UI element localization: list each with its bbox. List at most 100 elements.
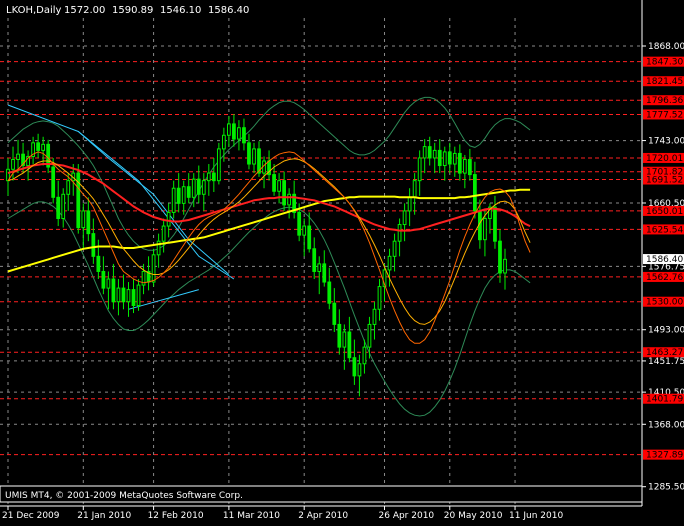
candle-body (237, 127, 241, 140)
candle-body (367, 323, 372, 348)
candle-body (457, 152, 462, 174)
candle-body (191, 178, 196, 198)
candle-body (16, 153, 20, 160)
level-label: 1401.79 (646, 395, 683, 405)
candle-body (483, 217, 487, 241)
candle-body (101, 270, 106, 289)
x-tick-label: 11 Mar 2010 (223, 511, 280, 521)
level-label: 1821.45 (646, 77, 683, 87)
candle-body (362, 346, 367, 365)
candle-body (11, 158, 15, 170)
candle-body (277, 180, 281, 192)
candle-body (352, 357, 357, 377)
candle-body (452, 152, 457, 165)
level-label: 1777.52 (646, 110, 683, 120)
level-label: 1796.36 (646, 96, 683, 106)
candle-body (498, 240, 502, 274)
x-tick-label: 21 Dec 2009 (2, 511, 60, 521)
candle-body (136, 284, 141, 307)
candle-body (211, 172, 216, 182)
candle-body (176, 187, 181, 204)
candle-body (126, 289, 131, 303)
y-tick-label: 1743.00 (648, 137, 684, 147)
candle-body (427, 146, 432, 159)
y-tick-label: 1451.75 (648, 357, 684, 367)
x-tick-label: 21 Jan 2010 (77, 511, 131, 521)
candle-body (106, 278, 111, 289)
candle-body (322, 263, 327, 283)
candle-body (392, 240, 397, 257)
candle-body (56, 196, 61, 219)
candle-body (297, 211, 302, 236)
price-chart[interactable]: 1868.001743.001660.501576.751493.001451.… (0, 0, 684, 522)
candle-body (61, 193, 66, 219)
candle-body (181, 186, 186, 204)
candle-body (206, 172, 211, 182)
candle-body (377, 286, 382, 310)
symbol-title: LKOH,Daily (6, 5, 62, 16)
close-value: 1586.40 (208, 5, 249, 16)
level-label: 1327.89 (646, 451, 683, 461)
candle-body (342, 331, 347, 348)
level-label: 1562.76 (646, 273, 683, 283)
candle-body (232, 123, 236, 140)
candle-body (472, 174, 477, 212)
candle-body (307, 225, 312, 250)
candle-body (417, 157, 422, 182)
x-tick-label: 26 Apr 2010 (379, 511, 435, 521)
candle-body (442, 151, 447, 167)
candle-body (186, 186, 191, 198)
candle-body (151, 254, 156, 283)
candle-body (272, 174, 276, 192)
candle-body (216, 148, 221, 182)
candle-body (86, 210, 91, 235)
level-label: 1650.01 (646, 207, 683, 217)
candle-body (36, 142, 41, 151)
candle-body (347, 331, 352, 359)
candle-body (242, 127, 246, 144)
candle-body (332, 302, 337, 325)
candle-body (397, 224, 402, 242)
candle-body (437, 149, 442, 167)
candle-body (407, 196, 412, 212)
last-price-label: 1586.40 (646, 255, 683, 265)
x-tick-label: 11 Jun 2010 (509, 511, 563, 521)
candle-body (51, 166, 56, 198)
candle-body (252, 148, 256, 165)
level-label: 1847.30 (646, 58, 683, 68)
candle-body (131, 289, 136, 307)
candle-body (412, 180, 417, 198)
candle-body (327, 281, 332, 304)
candle-body (402, 210, 407, 226)
candle-body (201, 180, 206, 195)
candle-body (166, 211, 171, 227)
candle-body (282, 180, 286, 206)
open-value: 1572.00 (64, 5, 105, 16)
x-tick-label: 12 Feb 2010 (148, 511, 204, 521)
candle-body (493, 206, 497, 242)
candle-body (91, 233, 96, 257)
candle-body (302, 225, 307, 236)
chart-window: 1868.00 1743.00 1660.50 1576.75 1493.00 1451.… (0, 0, 684, 522)
x-tick-label: 20 May 2010 (444, 511, 503, 521)
candle-body (96, 255, 101, 272)
level-label: 1625.54 (646, 225, 683, 235)
y-tick-label: 1493.00 (648, 326, 684, 336)
y-tick-label: 1368.00 (648, 420, 684, 430)
level-label: 1530.00 (646, 298, 683, 308)
candle-body (357, 363, 362, 377)
y-tick-label: 1868.00 (648, 42, 684, 52)
candle-body (337, 323, 342, 348)
candle-body (116, 287, 121, 303)
level-label: 1720.01 (646, 154, 683, 164)
candle-body (41, 143, 46, 151)
candle-body (66, 180, 71, 195)
candle-body (121, 287, 126, 303)
level-label: 1691.52 (646, 176, 683, 186)
y-tick-label: 1285.50 (648, 483, 684, 493)
candle-body (467, 158, 472, 176)
candle-body (247, 142, 251, 165)
candle-body (111, 278, 116, 303)
chart-background (0, 0, 684, 522)
candle-body (196, 178, 201, 195)
